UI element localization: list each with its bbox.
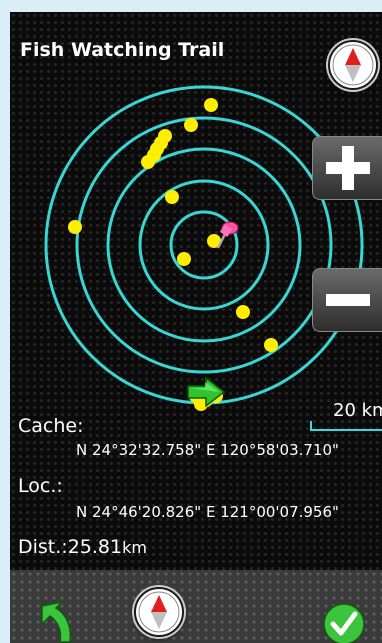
plus-icon: [326, 146, 370, 190]
radar-map[interactable]: [10, 12, 382, 432]
confirm-button[interactable]: [322, 602, 366, 643]
compass-icon: [332, 44, 374, 86]
compass-icon: [138, 591, 180, 633]
distance-value: 25.81: [67, 536, 123, 558]
range-rings: [44, 85, 364, 405]
distance-unit: km: [122, 538, 147, 557]
cache-point[interactable]: [204, 98, 218, 112]
cache-point[interactable]: [68, 220, 82, 234]
cache-point[interactable]: [141, 155, 155, 169]
compass-toolbar-button[interactable]: [134, 587, 184, 637]
location-label: Loc.:: [18, 475, 63, 497]
cache-point[interactable]: [264, 338, 278, 352]
checkmark-icon: [323, 603, 365, 643]
scale-bar: [310, 421, 382, 431]
back-button[interactable]: [36, 598, 82, 643]
range-ring: [138, 179, 270, 311]
range-ring: [44, 85, 364, 405]
distance-label: Dist.:: [18, 536, 68, 558]
cache-point[interactable]: [177, 252, 191, 266]
cache-point[interactable]: [165, 190, 179, 204]
cache-label: Cache:: [18, 415, 84, 437]
minus-icon: [326, 294, 370, 306]
zoom-in-button[interactable]: [312, 136, 382, 200]
range-ring: [106, 147, 302, 343]
cache-point[interactable]: [236, 305, 250, 319]
compass-button[interactable]: [328, 40, 378, 90]
zoom-out-button[interactable]: [312, 268, 382, 332]
scale-label: 20 km: [333, 400, 382, 421]
location-coordinates: N 24°46'20.826" E 121°00'07.956": [76, 503, 339, 521]
app-screen: Fish Watching Trail 20 km Cache: N 24°32…: [10, 12, 382, 643]
cache-coordinates: N 24°32'32.758" E 120°58'03.710": [76, 441, 339, 459]
cache-point[interactable]: [184, 118, 198, 132]
range-ring: [75, 116, 333, 374]
back-arrow-icon: [41, 600, 72, 643]
distance-readout: Dist.:25.81km: [18, 536, 147, 558]
